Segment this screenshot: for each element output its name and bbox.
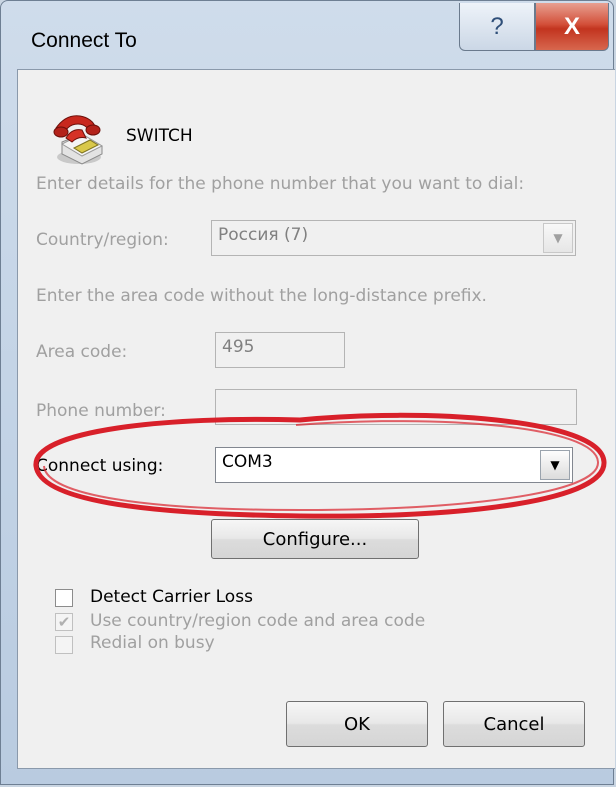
detect-carrier-label: Detect Carrier Loss [90, 587, 253, 607]
chevron-down-icon: ▼ [540, 450, 570, 480]
connection-name: SWITCH [126, 126, 193, 146]
phone-number-field[interactable] [215, 389, 577, 425]
connect-using-label: Connect using: [36, 456, 164, 476]
detect-carrier-checkbox[interactable] [55, 589, 73, 607]
connect-to-dialog: Connect To ? X SWITCH Enter details for … [0, 0, 615, 785]
area-code-hint: Enter the area code without the long-dis… [36, 286, 487, 306]
phone-icon [53, 115, 104, 165]
connect-using-dropdown[interactable]: COM3 ▼ [215, 447, 573, 483]
dialog-body: SWITCH Enter details for the phone numbe… [17, 69, 615, 769]
configure-button-label: Configure... [262, 528, 368, 550]
redial-label: Redial on busy [90, 633, 215, 653]
area-code-field[interactable]: 495 [215, 332, 345, 368]
window-title: Connect To [31, 29, 137, 52]
country-label: Country/region: [36, 230, 169, 250]
country-value: Россия (7) [218, 225, 309, 245]
close-button[interactable]: X [535, 3, 609, 51]
ok-button-label: OK [344, 713, 370, 735]
ok-button[interactable]: OK [286, 701, 428, 747]
configure-button[interactable]: Configure... [211, 519, 419, 559]
instructions-text: Enter details for the phone number that … [36, 174, 525, 194]
chevron-down-icon: ▼ [543, 223, 573, 253]
use-country-code-label: Use country/region code and area code [90, 611, 426, 631]
question-mark-icon: ? [490, 12, 504, 40]
close-icon: X [563, 12, 580, 40]
cancel-button-label: Cancel [483, 713, 545, 735]
redial-checkbox[interactable] [55, 636, 73, 654]
use-country-code-checkbox[interactable]: ✔ [55, 613, 73, 631]
area-code-value: 495 [222, 337, 255, 357]
country-dropdown[interactable]: Россия (7) ▼ [211, 220, 576, 256]
cancel-button[interactable]: Cancel [443, 701, 585, 747]
phone-number-label: Phone number: [36, 401, 166, 421]
connect-using-value: COM3 [222, 452, 273, 472]
area-code-label: Area code: [36, 342, 128, 362]
help-button[interactable]: ? [459, 3, 535, 51]
